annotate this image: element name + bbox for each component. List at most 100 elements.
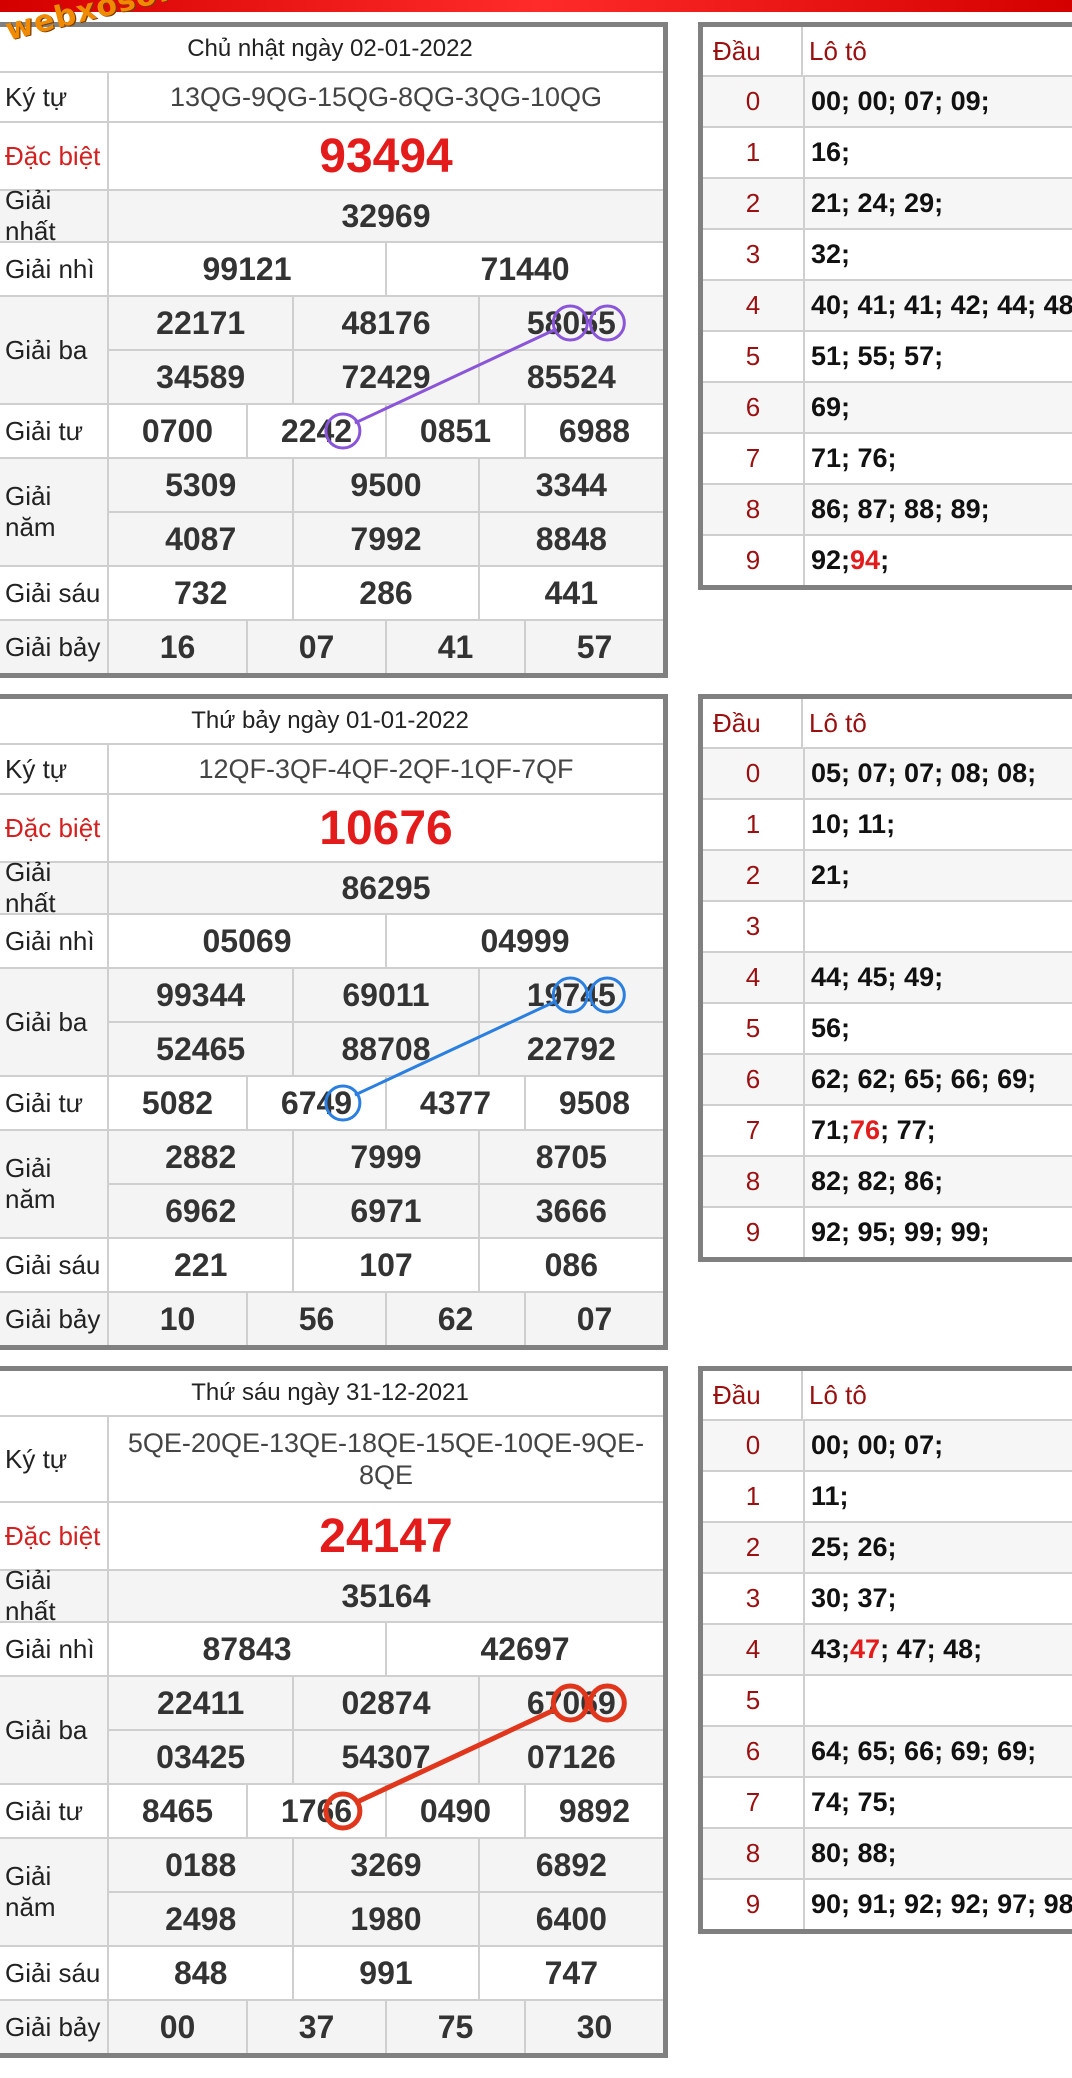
loto-header-label: Lô tô [809, 35, 867, 66]
giai-sau-line: 848 991 747 [109, 1947, 663, 1999]
giai-tu-number: 1766 [246, 1785, 385, 1837]
giai-nhat-label: Giải nhất [0, 857, 109, 918]
loto-row: 9 92; 94; [703, 536, 1072, 585]
ky-tu-number: 13QG-9QG-15QG-8QG-3QG-10QG [169, 82, 603, 112]
giai-nam-number: 3666 [477, 1185, 663, 1237]
giai-sau-values: 221 107 086 [109, 1239, 663, 1291]
giai-ba-line: 99344 69011 19745 [109, 969, 663, 1021]
loto-head-digit: 1 [703, 800, 805, 849]
loto-head-digit: 8 [703, 1829, 805, 1878]
giai-nhi-number: 42697 [385, 1623, 663, 1675]
giai-ba-line: 34589 72429 85524 [109, 349, 663, 403]
draw-date-title: Chủ nhật ngày 02-01-2022 [0, 27, 663, 73]
giai-sau-number: 747 [477, 1947, 663, 1999]
loto-row: 0 00; 00; 07; 09; [703, 77, 1072, 128]
giai-ba-number: 69011 [292, 969, 477, 1021]
loto-row: 5 51; 55; 57; [703, 332, 1072, 383]
loto-head-digit: 4 [703, 1625, 805, 1674]
giai-tu-line: 0700 2242 0851 6988 [109, 405, 663, 457]
giai-nam-number: 5309 [165, 466, 237, 503]
ky-tu-row: Ký tự 5QE-20QE-13QE-18QE-15QE-10QE-9QE-8Q… [0, 1417, 663, 1503]
giai-nhi-row: Giải nhì 87843 42697 [0, 1623, 663, 1677]
loto-row: 3 32; [703, 230, 1072, 281]
giai-tu-number: 0490 [385, 1785, 524, 1837]
giai-nam-row: Giải năm 5309 9500 3344 4087 7992 8848 [0, 459, 663, 567]
result-table: Thứ sáu ngày 31-12-2021 Ký tự 5QE-20QE-13Q… [0, 1366, 668, 2058]
loto-head-digit: 6 [703, 1727, 805, 1776]
giai-tu-number: 0851 [385, 405, 524, 457]
loto-row: 7 74; 75; [703, 1778, 1072, 1829]
ky-tu-line: 13QG-9QG-15QG-8QG-3QG-10QG [109, 73, 663, 121]
giai-tu-number: 4377 [385, 1077, 524, 1129]
giai-bay-number: 10 [159, 1300, 196, 1337]
loto-values: 00; 00; 07; [811, 1430, 944, 1460]
loto-row: 0 00; 00; 07; [703, 1421, 1072, 1472]
ky-tu-values: 5QE-20QE-13QE-18QE-15QE-10QE-9QE-8QE [109, 1417, 663, 1501]
giai-bay-number: 62 [385, 1293, 524, 1345]
giai-tu-values: 5082 6749 4377 9508 [109, 1077, 663, 1129]
loto-values: 92; 94; [811, 545, 890, 575]
loto-row: 1 10; 11; [703, 800, 1072, 851]
loto-head-digit: 0 [703, 749, 805, 798]
giai-nam-values: 0188 3269 6892 2498 1980 6400 [109, 1839, 663, 1945]
dac-biet-line: 10676 [109, 795, 663, 861]
giai-nam-number: 6962 [165, 1192, 237, 1229]
loto-header-label: Lô tô [809, 1379, 867, 1410]
giai-sau-number: 107 [292, 1239, 477, 1291]
giai-nhat-line: 86295 [109, 863, 663, 913]
loto-values [805, 902, 1072, 951]
loto-values: 11; [811, 1481, 849, 1511]
loto-head-digit: 7 [703, 1106, 805, 1155]
giai-bay-number: 16 [159, 628, 196, 665]
loto-head-digit: 4 [703, 281, 805, 330]
dac-biet-label: Đặc biệt [0, 123, 109, 189]
giai-nhat-label: Giải nhất [0, 1565, 109, 1626]
giai-ba-line: 22171 48176 58055 [109, 297, 663, 349]
giai-nhi-line: 99121 71440 [109, 243, 663, 295]
giai-sau-line: 221 107 086 [109, 1239, 663, 1291]
giai-bay-label: Giải bảy [0, 621, 109, 673]
giai-bay-number: 07 [246, 621, 385, 673]
giai-sau-number: 221 [173, 1246, 228, 1283]
giai-ba-values: 22171 48176 58055 34589 72429 85524 [109, 297, 663, 403]
loto-row: 6 69; [703, 383, 1072, 434]
dau-header: Đầu [703, 27, 803, 75]
dac-biet-row: Đặc biệt 10676 [0, 795, 663, 863]
giai-sau-row: Giải sáu 848 991 747 [0, 1947, 663, 2001]
loto-row: 7 71; 76; [703, 434, 1072, 485]
giai-tu-number: 9892 [524, 1785, 663, 1837]
giai-bay-number: 57 [524, 621, 663, 673]
giai-bay-row: Giải bảy 10 56 62 07 [0, 1293, 663, 1345]
loto-row: 9 90; 91; 92; 92; 97; 98; [703, 1880, 1072, 1929]
loto-head-digit: 1 [703, 128, 805, 177]
giai-ba-label: Giải ba [0, 969, 109, 1075]
loto-values: 90; 91; 92; 92; 97; 98; [811, 1889, 1072, 1919]
loto-row: 2 21; [703, 851, 1072, 902]
giai-nhi-values: 05069 04999 [109, 915, 663, 967]
giai-tu-line: 8465 1766 0490 9892 [109, 1785, 663, 1837]
giai-sau-number: 991 [292, 1947, 477, 1999]
loto-values: 92; 95; 99; 99; [811, 1217, 990, 1247]
giai-nhi-line: 87843 42697 [109, 1623, 663, 1675]
giai-ba-number: 19745 [477, 969, 663, 1021]
giai-nhat-line: 32969 [109, 191, 663, 241]
loto-header: Đầu Lô tô [703, 27, 1072, 77]
giai-nam-values: 5309 9500 3344 4087 7992 8848 [109, 459, 663, 565]
giai-tu-row: Giải tư 5082 6749 4377 9508 [0, 1077, 663, 1131]
giai-nam-line: 2498 1980 6400 [109, 1891, 663, 1945]
giai-ba-number: 34589 [156, 358, 246, 395]
giai-nam-label: Giải năm [0, 1839, 109, 1945]
giai-tu-number: 5082 [141, 1084, 214, 1121]
giai-ba-number: 88708 [292, 1023, 477, 1075]
loto-head-digit: 6 [703, 383, 805, 432]
loto-table: Đầu Lô tô 0 05; 07; 07; 08; 08; 1 10; 11; 2 21;… [698, 694, 1072, 1262]
giai-ba-number: 58055 [477, 297, 663, 349]
giai-nam-line: 0188 3269 6892 [109, 1839, 663, 1891]
giai-nam-number: 8705 [477, 1131, 663, 1183]
giai-nam-row: Giải năm 0188 3269 6892 2498 1980 6400 [0, 1839, 663, 1947]
giai-tu-number: 6749 [246, 1077, 385, 1129]
loto-row: 1 11; [703, 1472, 1072, 1523]
giai-tu-number: 6988 [524, 405, 663, 457]
dac-biet-label: Đặc biệt [0, 795, 109, 861]
loto-head-digit: 5 [703, 1004, 805, 1053]
